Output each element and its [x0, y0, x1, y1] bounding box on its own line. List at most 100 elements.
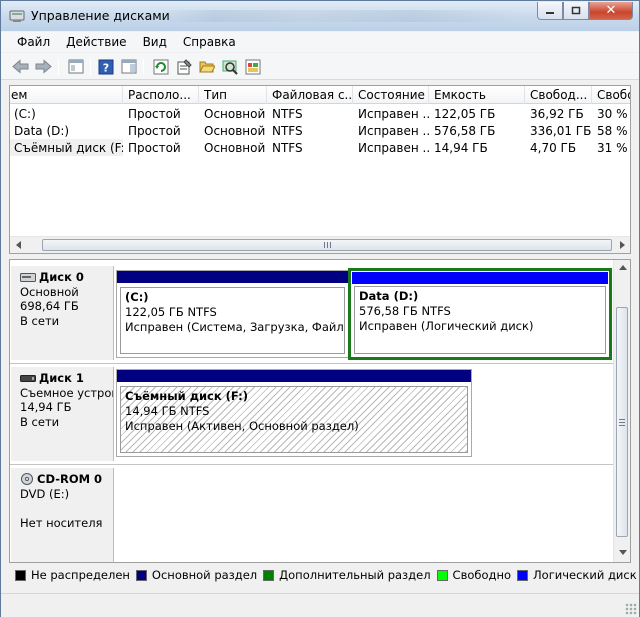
partition-d-status: Исправен (Логический диск)	[359, 319, 534, 333]
back-button[interactable]	[12, 58, 29, 75]
removable-disk-icon	[20, 374, 36, 382]
cell-capacity: 14,94 ГБ	[434, 141, 488, 155]
menu-help[interactable]: Справка	[175, 32, 244, 52]
export-list-button[interactable]	[244, 58, 261, 75]
open-button[interactable]	[198, 58, 215, 75]
vertical-scroll-thumb[interactable]	[616, 307, 628, 537]
partition-d-body: Data (D:) 576,58 ГБ NTFS Исправен (Логич…	[354, 286, 606, 354]
close-icon: ✕	[605, 3, 617, 18]
help-icon: ?	[98, 59, 113, 74]
volume-list[interactable]: ем Располо... Тип Файловая с... Состояни…	[9, 85, 631, 254]
window-controls: ✕	[537, 2, 633, 20]
partition-f-type-bar	[117, 370, 471, 382]
disk-1-type: Съемное устройство	[20, 385, 113, 400]
scroll-right-button[interactable]	[613, 237, 630, 253]
cdrom-0-label[interactable]: CD-ROM 0 DVD (E:) Нет носителя	[11, 468, 114, 562]
column-header-volume[interactable]: ем	[10, 86, 123, 104]
refresh-button[interactable]	[152, 58, 169, 75]
table-row[interactable]: Data (D:) Простой Основной NTFS Исправен…	[10, 122, 630, 139]
scroll-right-arrow-icon	[619, 241, 625, 249]
status-bar	[1, 593, 639, 617]
window-title: Управление дисками	[31, 8, 170, 23]
cell-volume: (C:)	[14, 107, 36, 121]
forward-arrow-icon	[35, 59, 52, 74]
scroll-left-button[interactable]	[10, 237, 27, 253]
scroll-down-button[interactable]	[614, 545, 630, 561]
partition-f-name: Съёмный диск (F:)	[125, 389, 248, 403]
legend-item-logical-drive: Логический диск	[517, 568, 637, 582]
refresh-icon	[153, 59, 168, 74]
disk-view-vertical-scrollbar[interactable]	[613, 260, 630, 562]
cell-percent-free: 30 %	[597, 107, 628, 121]
partition-d[interactable]: Data (D:) 576,58 ГБ NTFS Исправен (Логич…	[348, 268, 612, 360]
scroll-up-arrow-icon	[618, 265, 627, 270]
column-header-percent-free[interactable]: Свобо	[592, 86, 630, 104]
partition-d-name: Data (D:)	[359, 289, 419, 303]
help-button[interactable]: ?	[97, 58, 114, 75]
cell-type: Основной	[204, 141, 266, 155]
volume-list-horizontal-scrollbar[interactable]	[10, 236, 630, 253]
partition-f[interactable]: Съёмный диск (F:) 14,94 ГБ NTFS Исправен…	[116, 369, 472, 457]
properties-button[interactable]	[175, 58, 192, 75]
partition-d-size: 576,58 ГБ NTFS	[359, 304, 451, 318]
scroll-grip	[619, 419, 625, 426]
maximize-button[interactable]	[563, 2, 589, 20]
table-row[interactable]: Съёмный диск (F:) Простой Основной NTFS …	[10, 139, 630, 156]
partition-c-name: (C:)	[125, 290, 149, 304]
partition-c[interactable]: (C:) 122,05 ГБ NTFS Исправен (Система, З…	[116, 270, 349, 358]
column-header-capacity[interactable]: Емкость	[429, 86, 525, 104]
legend-item-extended-partition: Дополнительный раздел	[263, 568, 431, 582]
column-header-free-space[interactable]: Свобод...	[525, 86, 592, 104]
column-header-layout[interactable]: Располо...	[123, 86, 199, 104]
cdrom-0-status: Нет носителя	[20, 515, 103, 530]
legend-swatch	[263, 569, 275, 581]
title-bar[interactable]: Управление дисками ✕	[1, 1, 639, 31]
cell-filesystem: NTFS	[272, 124, 303, 138]
menu-file[interactable]: Файл	[9, 32, 58, 52]
forward-button[interactable]	[35, 58, 52, 75]
scroll-down-arrow-icon	[618, 550, 627, 555]
console-tree-button[interactable]	[67, 58, 84, 75]
column-header-filesystem[interactable]: Файловая с...	[267, 86, 353, 104]
minimize-icon	[546, 11, 554, 14]
minimize-button[interactable]	[537, 2, 563, 20]
cell-status: Исправен ...	[358, 124, 429, 138]
cdrom-0-name-row: CD-ROM 0	[20, 472, 113, 487]
column-header-type[interactable]: Тип	[199, 86, 267, 104]
partition-legend: Не распределен Основной раздел Дополните…	[9, 565, 637, 585]
disk-graphical-view[interactable]: Диск 0 Основной 698,64 ГБ В сети (C:) 12…	[9, 259, 631, 563]
scroll-up-button[interactable]	[614, 260, 630, 276]
background-window-blur	[161, 10, 521, 22]
cell-layout: Простой	[128, 124, 181, 138]
close-button[interactable]: ✕	[589, 2, 633, 20]
disk-1-label[interactable]: Диск 1 Съемное устройство 14,94 ГБ В сет…	[11, 367, 114, 461]
legend-swatch	[135, 569, 147, 581]
resize-grip-icon[interactable]	[625, 603, 637, 615]
action-pane-button[interactable]	[120, 58, 137, 75]
partition-c-body: (C:) 122,05 ГБ NTFS Исправен (Система, З…	[120, 287, 345, 354]
disk-0-label[interactable]: Диск 0 Основной 698,64 ГБ В сети	[11, 266, 114, 360]
scroll-grip	[324, 242, 331, 248]
search-button[interactable]	[221, 58, 238, 75]
partition-f-size: 14,94 ГБ NTFS	[125, 404, 210, 418]
legend-label: Свободно	[452, 568, 512, 582]
disk-0-size: 698,64 ГБ	[20, 299, 79, 313]
open-folder-icon	[198, 61, 215, 73]
cell-free-space: 336,01 ГБ	[530, 124, 592, 138]
cell-type: Основной	[204, 124, 266, 138]
cell-volume: Data (D:)	[14, 124, 70, 138]
disk-0-type: Основной	[20, 284, 79, 299]
volume-list-header: ем Располо... Тип Файловая с... Состояни…	[10, 86, 630, 104]
cell-status: Исправен ...	[358, 141, 429, 155]
disk-0-status: В сети	[20, 313, 60, 328]
cell-capacity: 576,58 ГБ	[434, 124, 496, 138]
properties-icon	[177, 58, 192, 74]
horizontal-scroll-thumb[interactable]	[42, 239, 612, 251]
table-row[interactable]: (C:) Простой Основной NTFS Исправен ... …	[10, 105, 630, 122]
column-header-status[interactable]: Состояние	[353, 86, 429, 104]
cell-percent-free: 58 %	[597, 124, 628, 138]
menu-action[interactable]: Действие	[58, 32, 134, 52]
legend-label: Не распределен	[31, 568, 130, 582]
menu-view[interactable]: Вид	[135, 32, 175, 52]
disk-0-name-row: Диск 0	[20, 270, 113, 285]
